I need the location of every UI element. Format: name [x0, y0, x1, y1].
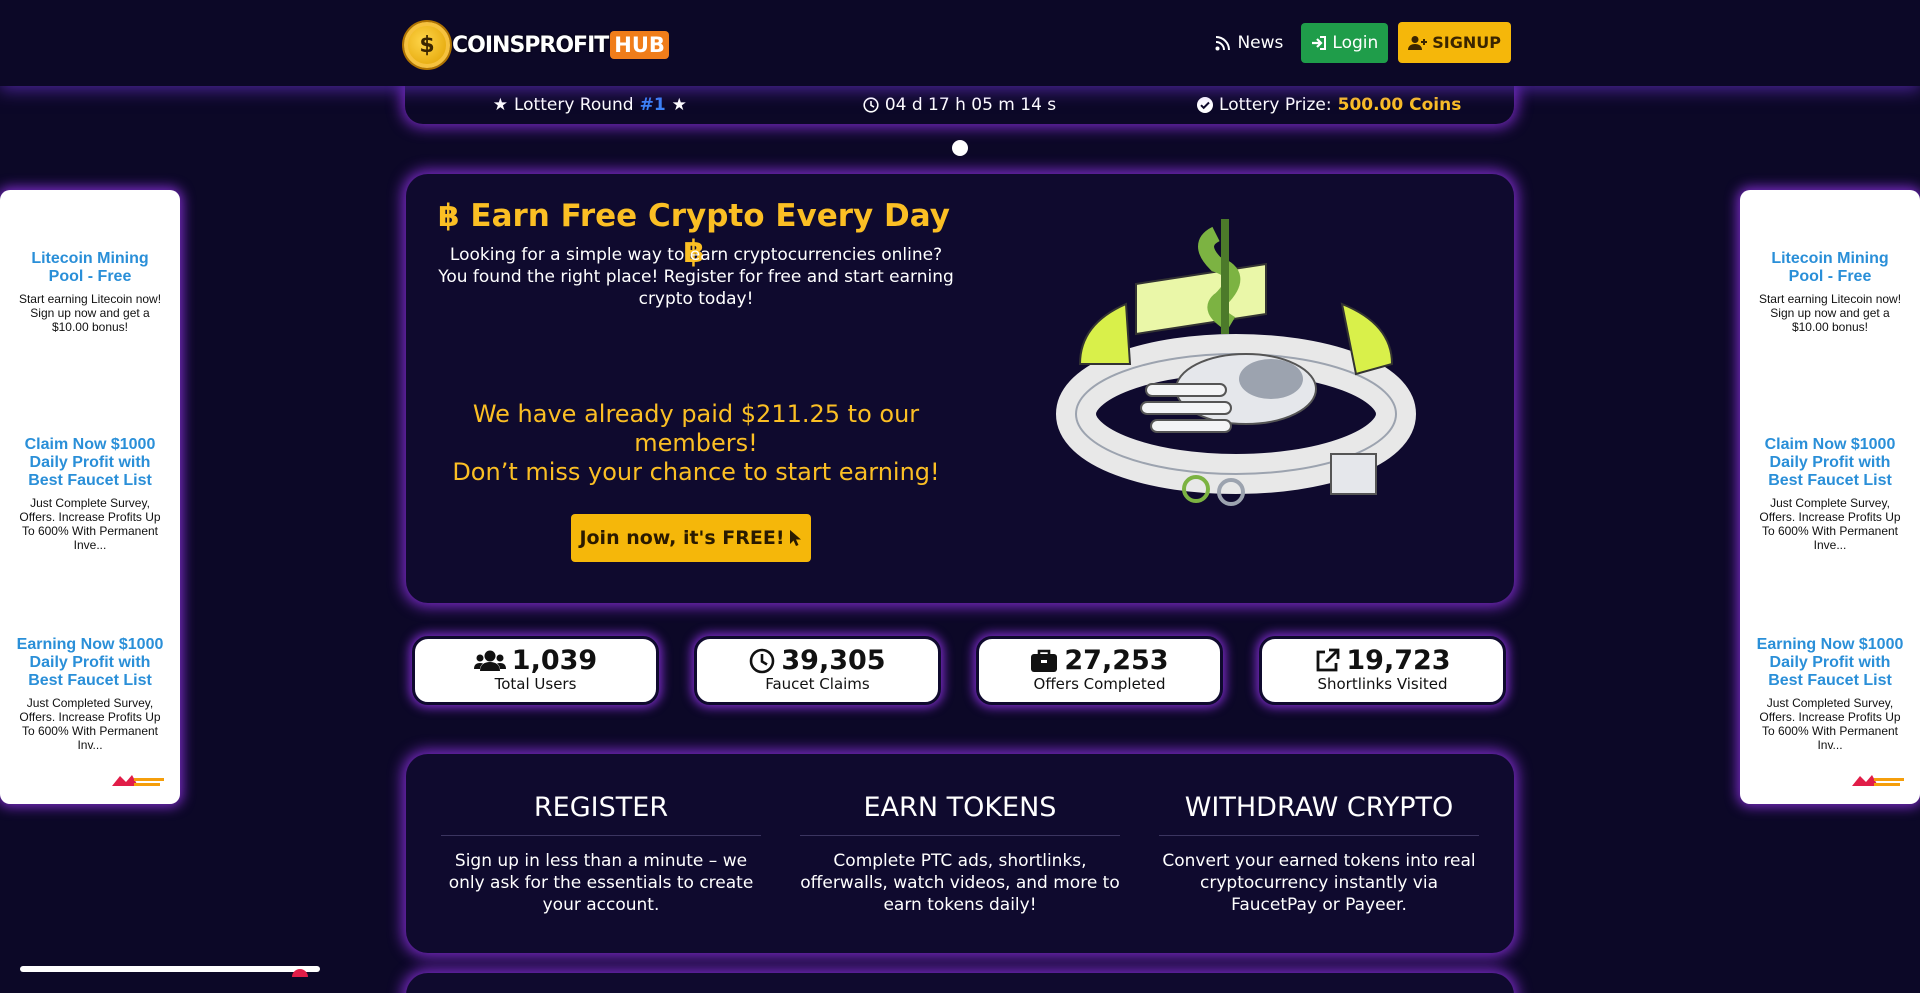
logo-hub-text: HUB — [610, 31, 669, 59]
top-navbar: $ COINSPROFIT HUB News Login SIGNUP — [0, 0, 1920, 86]
check-circle-icon — [1197, 97, 1214, 113]
ad-item[interactable]: Earning Now $1000 Daily Profit with Best… — [12, 636, 168, 752]
lottery-round: ★ Lottery Round #1 ★ — [405, 95, 775, 115]
stat-card-faucet-claims: 39,305 Faucet Claims — [694, 636, 941, 705]
ad-network-logo-icon[interactable] — [110, 772, 166, 792]
total-users-value: 1,039 — [511, 645, 598, 676]
logo-coin-symbol: $ — [419, 32, 435, 58]
login-label: Login — [1332, 32, 1379, 53]
cta-line: Don’t miss your chance to start earning! — [452, 458, 940, 486]
stat-label: Offers Completed — [1033, 675, 1166, 693]
hero-section: ฿ Earn Free Crypto Every Day ฿ Looking f… — [406, 174, 1514, 603]
lottery-prize: Lottery Prize: 500.00 Coins — [1144, 95, 1514, 115]
right-ad-banner[interactable]: Litecoin Mining Pool - Free Start earnin… — [1740, 190, 1920, 804]
logo-text: COINSPROFIT — [452, 32, 609, 58]
ad-network-logo-icon[interactable] — [1850, 772, 1906, 792]
prize-value: 500.00 Coins — [1337, 95, 1462, 115]
rss-icon — [1215, 35, 1231, 50]
mouse-pointer-icon — [789, 530, 801, 546]
step-text: Sign up in less than a minute – we only … — [448, 851, 754, 915]
how-it-works-section: REGISTER Sign up in less than a minute –… — [406, 754, 1514, 953]
news-link[interactable]: News — [1215, 33, 1283, 53]
users-icon — [473, 650, 506, 671]
stat-card-offers-completed: 27,253 Offers Completed — [976, 636, 1223, 705]
offers-completed-value: 27,253 — [1064, 645, 1169, 676]
stat-value: 19,723 — [1262, 645, 1503, 676]
ad-title[interactable]: Litecoin Mining Pool - Free — [12, 250, 168, 286]
sign-in-icon — [1312, 35, 1327, 50]
ad-text: Start earning Litecoin now! Sign up now … — [1758, 292, 1902, 334]
step-withdraw-crypto: WITHDRAW CRYPTO Convert your earned toke… — [1159, 792, 1479, 916]
step-title: WITHDRAW CRYPTO — [1159, 792, 1479, 836]
ad-text: Just Completed Survey, Offers. Increase … — [19, 696, 161, 752]
briefcase-icon — [1031, 649, 1058, 672]
countdown-text: 04 d 17 h 05 m 14 s — [884, 95, 1057, 115]
robot-hand-illustration-icon — [1056, 219, 1416, 506]
signup-button[interactable]: SIGNUP — [1398, 22, 1511, 63]
ad-title[interactable]: Earning Now $1000 Daily Profit with Best… — [1752, 636, 1908, 690]
stat-label: Faucet Claims — [765, 675, 870, 693]
signup-label: SIGNUP — [1432, 33, 1501, 52]
stat-label: Total Users — [494, 675, 577, 693]
external-link-icon — [1316, 648, 1340, 671]
ad-text: Start earning Litecoin now! Sign up now … — [18, 292, 162, 334]
stat-label: Shortlinks Visited — [1317, 675, 1448, 693]
ad-item[interactable]: Earning Now $1000 Daily Profit with Best… — [1752, 636, 1908, 752]
left-ad-banner[interactable]: Litecoin Mining Pool - Free Start earnin… — [0, 190, 180, 804]
stat-value: 39,305 — [697, 645, 938, 676]
step-text: Convert your earned tokens into real cry… — [1162, 851, 1476, 915]
main-nav: News Login SIGNUP — [1215, 22, 1511, 63]
lottery-round-label: Lottery Round — [513, 95, 634, 115]
step-title: EARN TOKENS — [800, 792, 1120, 836]
ad-item[interactable]: Litecoin Mining Pool - Free Start earnin… — [1752, 250, 1908, 334]
faucet-claims-value: 39,305 — [781, 645, 886, 676]
stat-value: 27,253 — [979, 645, 1220, 676]
hero-paid-message: We have already paid $211.25 to our memb… — [436, 400, 956, 487]
step-earn-tokens: EARN TOKENS Complete PTC ads, shortlinks… — [800, 792, 1120, 916]
ad-text: Just Completed Survey, Offers. Increase … — [1759, 696, 1901, 752]
clock-icon — [750, 648, 775, 673]
ad-title[interactable]: Claim Now $1000 Daily Profit with Best F… — [1752, 436, 1908, 490]
ad-title[interactable]: Claim Now $1000 Daily Profit with Best F… — [12, 436, 168, 490]
star-icon: ★ — [671, 95, 687, 115]
stat-card-shortlinks-visited: 19,723 Shortlinks Visited — [1259, 636, 1506, 705]
user-plus-icon — [1408, 35, 1428, 50]
shortlinks-visited-value: 19,723 — [1346, 645, 1451, 676]
star-icon: ★ — [492, 95, 508, 115]
ad-title[interactable]: Litecoin Mining Pool - Free — [1752, 250, 1908, 286]
news-label: News — [1237, 32, 1284, 53]
ad-text: Just Complete Survey, Offers. Increase P… — [1759, 496, 1901, 552]
clock-icon — [863, 97, 879, 113]
lottery-countdown: 04 d 17 h 05 m 14 s — [775, 95, 1145, 115]
ad-item[interactable]: Litecoin Mining Pool - Free Start earnin… — [12, 250, 168, 334]
ad-title[interactable]: Earning Now $1000 Daily Profit with Best… — [12, 636, 168, 690]
stat-value: 1,039 — [415, 645, 656, 676]
paid-line: We have already paid $211.25 to our memb… — [472, 400, 920, 457]
bottom-progress-bar — [20, 966, 320, 972]
bitcoin-icon: ฿ — [438, 198, 460, 234]
carousel-dot[interactable] — [952, 140, 968, 156]
lottery-bar: ★ Lottery Round #1 ★ 04 d 17 h 05 m 14 s… — [405, 86, 1514, 124]
login-button[interactable]: Login — [1301, 22, 1389, 63]
ad-text: Just Complete Survey, Offers. Increase P… — [19, 496, 161, 552]
ad-item[interactable]: Claim Now $1000 Daily Profit with Best F… — [1752, 436, 1908, 552]
prize-label: Lottery Prize: — [1219, 95, 1332, 115]
hero-description: Looking for a simple way to earn cryptoc… — [438, 245, 954, 309]
join-now-button[interactable]: Join now, it's FREE! — [571, 514, 811, 562]
ad-item[interactable]: Claim Now $1000 Daily Profit with Best F… — [12, 436, 168, 552]
join-now-label: Join now, it's FREE! — [579, 527, 785, 549]
lottery-round-number: #1 — [639, 95, 666, 115]
stat-card-total-users: 1,039 Total Users — [412, 636, 659, 705]
step-register: REGISTER Sign up in less than a minute –… — [441, 792, 761, 916]
step-text: Complete PTC ads, shortlinks, offerwalls… — [800, 851, 1120, 915]
coin-logo-icon: $ — [404, 22, 450, 68]
hero-title-text: Earn Free Crypto Every Day — [470, 198, 950, 234]
next-section — [406, 973, 1514, 993]
step-title: REGISTER — [441, 792, 761, 836]
site-logo[interactable]: $ COINSPROFIT HUB — [404, 21, 669, 69]
